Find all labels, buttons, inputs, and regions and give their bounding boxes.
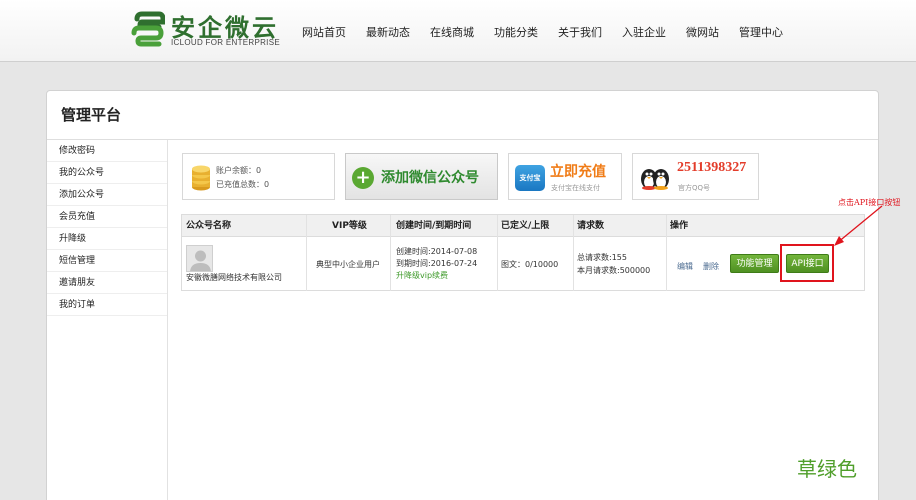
sidebar-item-upgrade[interactable]: 升降级 xyxy=(47,228,167,250)
admin-panel: 管理平台 修改密码 我的公众号 添加公众号 会员充值 升降级 短信管理 邀请朋友… xyxy=(46,90,879,500)
recharged-value: 0 xyxy=(264,180,270,189)
balance-line: 账户余额：0 xyxy=(216,165,261,176)
total-requests: 总请求数:155 xyxy=(577,253,627,262)
expire-time: 到期时间:2016-07-24 xyxy=(396,259,478,268)
edit-link[interactable]: 编辑 xyxy=(677,261,693,272)
logo-mark-icon xyxy=(131,11,165,47)
vip-level: 典型中小企业用户 xyxy=(316,260,380,269)
add-wechat-button[interactable]: + 添加微信公众号 xyxy=(345,153,498,200)
defined-count: 图文：0/10000 xyxy=(501,260,559,269)
account-name: 安徽微膳网络技术有限公司 xyxy=(186,273,282,282)
annotation-highlight-box xyxy=(780,244,834,282)
account-summary-card: 账户余额：0 已充值总数：0 xyxy=(182,153,335,200)
balance-value: 0 xyxy=(256,166,262,175)
col-actions: 操作 xyxy=(670,221,689,231)
balance-label: 账户余额： xyxy=(216,166,256,175)
alipay-icon: 支付宝 xyxy=(515,165,545,191)
sidebar-item-recharge[interactable]: 会员充值 xyxy=(47,206,167,228)
add-wechat-label: 添加微信公众号 xyxy=(381,170,479,186)
panel-title: 管理平台 xyxy=(47,91,878,140)
coins-icon xyxy=(192,165,210,191)
avatar xyxy=(186,245,213,272)
qq-subtitle: 官方QQ号 xyxy=(678,184,711,192)
user-silhouette-icon xyxy=(190,250,211,271)
col-name: 公众号名称 xyxy=(186,221,232,231)
nav-home[interactable]: 网站首页 xyxy=(292,0,356,62)
recharged-line: 已充值总数：0 xyxy=(216,179,269,190)
qq-contact-card[interactable]: 2511398327 官方QQ号 xyxy=(632,153,759,200)
plus-icon: + xyxy=(352,167,374,189)
nav-features[interactable]: 功能分类 xyxy=(484,0,548,62)
table-row: 安徽微膳网络技术有限公司 典型中小企业用户 创建时间:2014-07-08 到期… xyxy=(182,237,864,291)
qq-penguin-icon xyxy=(641,169,669,190)
nav-admin[interactable]: 管理中心 xyxy=(729,0,793,62)
col-vip: VIP等级 xyxy=(332,221,367,231)
delete-link[interactable]: 删除 xyxy=(703,261,719,272)
sidebar: 修改密码 我的公众号 添加公众号 会员充值 升降级 短信管理 邀请朋友 我的订单 xyxy=(47,140,168,500)
annotation-text: 点击API接口按钮 xyxy=(838,198,901,207)
nav-news[interactable]: 最新动态 xyxy=(356,0,420,62)
nav-enterprises[interactable]: 入驻企业 xyxy=(612,0,676,62)
month-requests: 本月请求数:500000 xyxy=(577,266,651,275)
table-header: 公众号名称 VIP等级 创建时间/到期时间 已定义/上限 请求数 操作 xyxy=(182,215,864,237)
recharged-label: 已充值总数： xyxy=(216,180,264,189)
upgrade-renew-link[interactable]: 升降级vip续费 xyxy=(396,270,448,281)
nav-microsite[interactable]: 微网站 xyxy=(676,0,729,62)
sidebar-item-my-accounts[interactable]: 我的公众号 xyxy=(47,162,167,184)
accounts-table: 公众号名称 VIP等级 创建时间/到期时间 已定义/上限 请求数 操作 安徽微膳… xyxy=(181,214,865,291)
recharge-title: 立即充值 xyxy=(550,164,606,180)
col-requests: 请求数 xyxy=(577,221,605,231)
function-manage-button[interactable]: 功能管理 xyxy=(730,254,779,273)
logo[interactable]: 安企微云 ICLOUD FOR ENTERPRISE xyxy=(131,8,291,54)
site-header: 安企微云 ICLOUD FOR ENTERPRISE 网站首页 最新动态 在线商… xyxy=(0,0,916,62)
created-time: 创建时间:2014-07-08 xyxy=(396,247,478,256)
recharge-button[interactable]: 支付宝 立即充值 支付宝在线支付 xyxy=(508,153,622,200)
col-dates: 创建时间/到期时间 xyxy=(396,221,472,231)
nav-about[interactable]: 关于我们 xyxy=(548,0,612,62)
nav-shop[interactable]: 在线商城 xyxy=(420,0,484,62)
sidebar-item-invite[interactable]: 邀请朋友 xyxy=(47,272,167,294)
sidebar-item-change-password[interactable]: 修改密码 xyxy=(47,140,167,162)
sidebar-item-orders[interactable]: 我的订单 xyxy=(47,294,167,316)
qq-number: 2511398327 xyxy=(677,160,747,175)
recharge-subtitle: 支付宝在线支付 xyxy=(551,184,600,192)
main-nav: 网站首页 最新动态 在线商城 功能分类 关于我们 入驻企业 微网站 管理中心 xyxy=(292,0,793,62)
sidebar-item-add-account[interactable]: 添加公众号 xyxy=(47,184,167,206)
watermark-text: 草绿色 xyxy=(797,457,857,481)
logo-subtitle: ICLOUD FOR ENTERPRISE xyxy=(171,38,280,47)
col-defined: 已定义/上限 xyxy=(501,221,550,231)
sidebar-item-sms[interactable]: 短信管理 xyxy=(47,250,167,272)
